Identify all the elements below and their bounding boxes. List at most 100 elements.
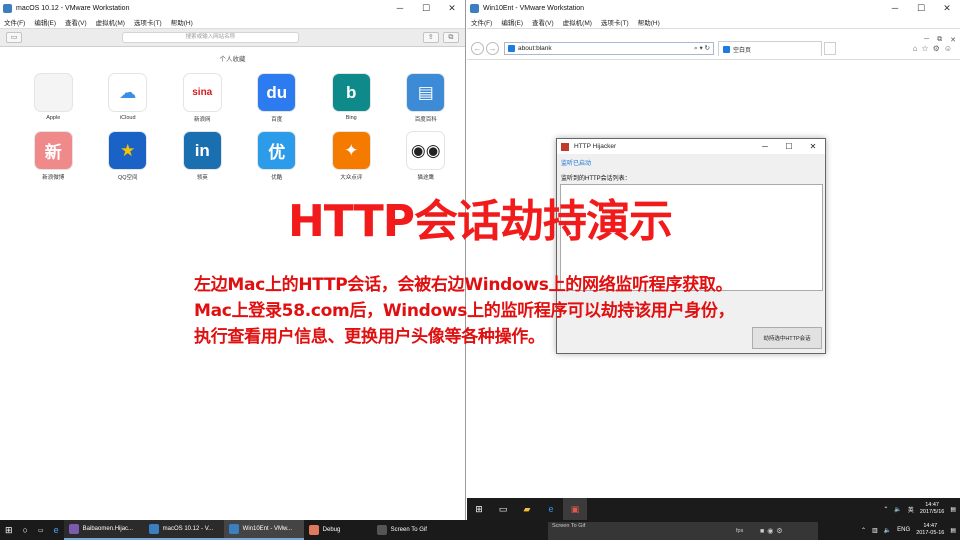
left-menu-bar: 文件(F) 编辑(E) 查看(V) 虚拟机(M) 选项卡(T) 帮助(H) [0,16,465,29]
menu-vm[interactable]: 虚拟机(M) [96,17,125,27]
screen-to-gif-title: Screen To Gif [552,523,586,529]
host-date: 2017-05-16 [916,530,945,536]
favorite-item[interactable]: du 百度 [240,74,315,123]
favorite-item[interactable]: Apple [16,74,91,123]
new-tab-button[interactable] [824,42,836,55]
notification-icon[interactable]: ▤ [950,506,956,513]
host-speaker-icon[interactable]: 🔈 [884,527,891,534]
host-tray-up-arrow-icon[interactable]: ⌃ [861,527,866,534]
favorite-label: 百度百科 [414,117,437,123]
dialog-close-button[interactable]: ✕ [801,142,825,151]
close-button[interactable]: ✕ [934,0,960,16]
host-notification-icon[interactable]: ▤ [950,527,956,534]
menu-tabs[interactable]: 选项卡(T) [601,17,629,27]
ie-restore-icon[interactable]: ⧉ [937,36,942,44]
menu-tabs[interactable]: 选项卡(T) [134,17,162,27]
dialog-title-bar: HTTP Hijacker ─ ☐ ✕ [557,139,825,154]
host-network-icon[interactable]: ▥ [872,527,878,534]
back-arrow-icon[interactable]: ← [471,42,484,55]
forward-arrow-icon[interactable]: → [486,42,499,55]
task-view-icon[interactable]: ▭ [491,498,515,520]
host-task-view-icon[interactable]: ▭ [33,520,49,540]
vmware-icon [148,524,159,534]
ie-tools-icons[interactable]: ⌂☆⚙☺ [913,44,956,53]
hijack-session-button[interactable]: 劫持选中HTTP会话 [752,327,822,349]
search-refresh-icons[interactable]: ⌕ ▾ ↻ [694,44,710,53]
task-win10-vm[interactable]: Win10Ent - VMw... [223,520,304,540]
vm-clock[interactable]: 14:47 2017/5/16 [920,502,944,516]
vmware-icon [228,524,239,534]
favorite-item[interactable]: ★ QQ空间 [91,132,166,181]
speaker-icon[interactable]: 🔈 [894,506,901,513]
favorite-icon [34,74,72,111]
host-start-icon[interactable]: ⊞ [0,520,18,540]
vmware-icon [3,3,12,13]
favorite-item[interactable]: b Bing [314,74,389,123]
host-clock[interactable]: 14:47 2017-05-16 [916,523,944,537]
task-debug[interactable]: Debug [304,520,372,540]
close-button[interactable]: ✕ [439,0,465,16]
menu-vm[interactable]: 虚拟机(M) [563,17,592,27]
task-label: macOS 10.12 - V... [162,526,214,532]
menu-file[interactable]: 文件(F) [4,17,25,27]
favorite-item[interactable]: in 领英 [165,132,240,181]
caption-line-2: Mac上登录58.com后，Windows上的监听程序可以劫持该用户身份， [194,301,735,321]
safari-search-field[interactable]: 搜索或输入网站名称 [122,32,299,43]
minimize-button[interactable]: ─ [882,0,908,16]
task-baibaomen-hijacker[interactable]: Baibaomen.Hijac... [63,520,144,540]
menu-edit[interactable]: 编辑(E) [501,17,523,27]
favorite-item[interactable]: sina 新浪网 [165,74,240,123]
task-macos-vm[interactable]: macOS 10.12 - V... [143,520,224,540]
file-explorer-icon[interactable]: ▰ [515,498,539,520]
favorite-item[interactable]: ☁ iCloud [91,74,166,123]
ie-tab-icon [723,45,730,53]
minimize-button[interactable]: ─ [387,0,413,16]
share-icon[interactable]: ⇪ [422,32,439,43]
favorite-item[interactable]: 新新浪微博 [16,132,91,181]
dialog-minimize-button[interactable]: ─ [753,142,777,151]
menu-help[interactable]: 帮助(H) [638,17,660,27]
favorite-item[interactable]: ✦ 大众点评 [314,132,389,181]
dialog-maximize-button[interactable]: ☐ [777,142,801,151]
vm-time: 14:47 [925,502,939,508]
favorites-grid: Apple ☁ iCloud sina 新浪网 du 百度 b Bing ▤ 百度百科新新浪微博 ★ Q… [16,74,448,181]
ie-close-icon[interactable]: ✕ [950,36,956,44]
cortana-icon[interactable]: ○ [18,520,33,540]
task-label: Win10Ent - VMw... [242,526,293,532]
task-screen-to-gif[interactable]: Screen To Gif [372,520,442,540]
address-bar[interactable]: about:blank ⌕ ▾ ↻ [504,42,714,55]
host-ime-indicator[interactable]: ENG [897,527,910,533]
favorite-item[interactable]: ◉◉ 猫途鹰 [389,132,464,181]
listening-status[interactable]: 监听已启动 [561,158,825,167]
tray-up-arrow-icon[interactable]: ⌃ [883,506,888,513]
vm-ime-indicator[interactable]: 英 [908,505,914,514]
left-window-title: macOS 10.12 - VMware Workstation [16,4,130,12]
maximize-button[interactable]: ☐ [413,0,439,16]
host-ie-icon[interactable]: e [49,520,64,540]
sidebar-toggle-icon[interactable]: ▭ [6,32,23,43]
hijacker-task-icon[interactable]: ▣ [563,498,587,520]
dialog-title: HTTP Hijacker [574,143,617,150]
favorite-label: Bing [345,115,357,121]
favorite-item[interactable]: 优优酷 [240,132,315,181]
favorite-item[interactable]: ▤ 百度百科 [389,74,464,123]
maximize-button[interactable]: ☐ [908,0,934,16]
menu-edit[interactable]: 编辑(E) [34,17,56,27]
windows-start-icon[interactable]: ⊞ [467,498,491,520]
favorite-label: 优酷 [271,175,283,181]
ie-tab[interactable]: 空白页 [718,41,822,56]
ie-minimize-icon[interactable]: ─ [924,36,929,44]
right-menu-bar: 文件(F) 编辑(E) 查看(V) 虚拟机(M) 选项卡(T) 帮助(H) [467,16,960,29]
menu-file[interactable]: 文件(F) [471,17,492,27]
edge-icon[interactable]: e [539,498,563,520]
favorite-icon: 新 [34,132,72,169]
tabs-overview-icon[interactable]: ⧉ [442,32,460,43]
record-controls-icons[interactable]: ■◉⚙ [760,527,786,535]
favorite-icon: ◉◉ [407,132,445,169]
favorites-title: 个人收藏 [219,56,246,63]
menu-view[interactable]: 查看(V) [65,17,87,27]
menu-help[interactable]: 帮助(H) [171,17,193,27]
favorite-label: 领英 [196,175,208,181]
menu-view[interactable]: 查看(V) [532,17,554,27]
favorite-icon: du [258,74,296,111]
